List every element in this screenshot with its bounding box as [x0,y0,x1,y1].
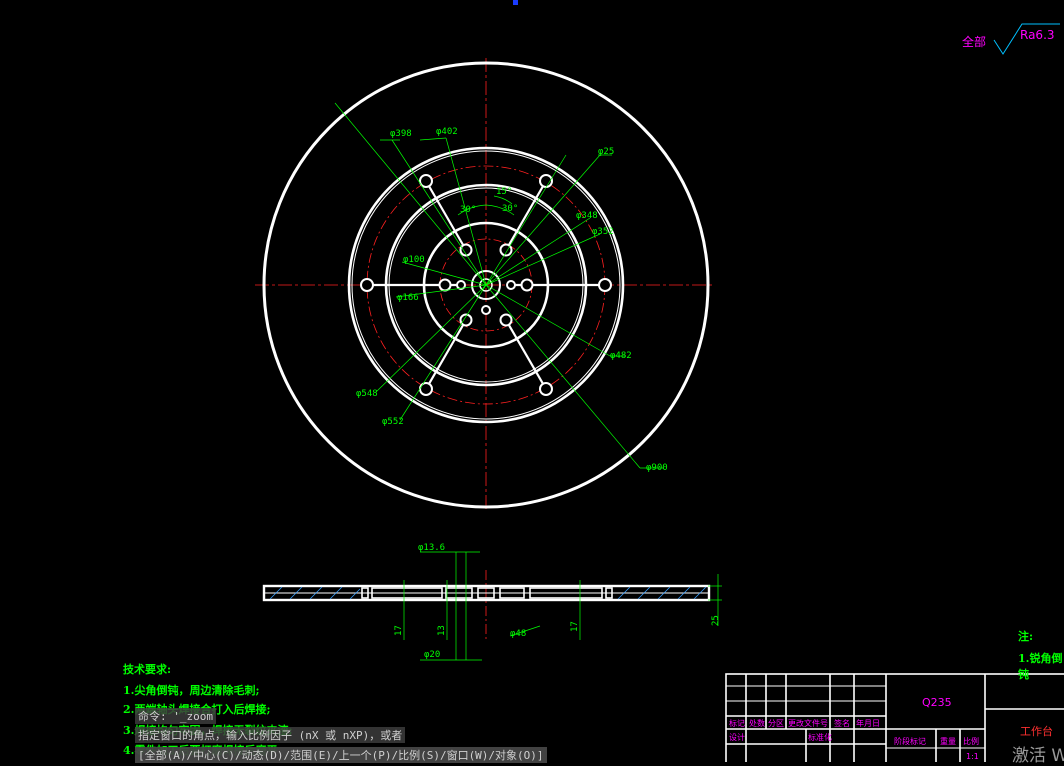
dim-166: φ166 [397,293,419,303]
thk-25: 25 [711,615,721,626]
dim-548: φ548 [356,389,378,399]
dim-352: φ352 [592,227,614,237]
tb-part-name: 工作台 [1020,725,1053,738]
tb-h-date: 年月日 [856,719,880,728]
command-history-1: 命令: '_zoom [135,708,216,724]
activation-watermark: 激活 W [1012,746,1064,766]
section-view[interactable]: φ13.6 φ20 φ48 17 13 17 25 [262,543,722,661]
tb-weight: 重量 [940,737,956,746]
dim-348: φ348 [576,211,598,221]
tb-h-doc: 更改文件号 [788,719,828,728]
tb-h-zone: 分区 [768,719,784,728]
dim-48: φ48 [510,629,526,639]
thk-17b: 17 [570,621,580,632]
thk-13: 13 [437,625,447,636]
dim-402: φ402 [436,127,458,137]
angle-30-right: 30° [502,204,518,214]
dim-482: φ482 [610,351,632,361]
tb-design: 设计 [729,733,745,742]
tb-material: Q235 [922,696,952,709]
dim-100: φ100 [403,255,425,265]
cursor-marker [513,0,518,5]
thk-17a: 17 [394,625,404,636]
roughness-prefix: 全部 [962,35,987,49]
dim-900: φ900 [646,463,668,473]
tb-standard: 标准化 [808,733,832,742]
dim-398: φ398 [390,129,412,139]
notes-title: 注: [1018,630,1034,643]
roughness-value: Ra6.3 [1020,28,1055,42]
dim-25: φ25 [598,147,614,157]
drawing-canvas[interactable]: φ398 φ402 φ25 φ348 φ352 φ100 φ166 φ482 φ… [0,0,1064,762]
tech-req-item-1: 1.尖角倒钝，周边清除毛刺; [123,684,260,697]
command-history-2: 指定窗口的角点，输入比例因子 (nX 或 nXP)，或者 [135,727,406,743]
tb-h-count: 处数 [749,719,765,728]
notes-item-1: 1.锐角倒钝 [1018,652,1063,681]
dim-552: φ552 [382,417,404,427]
tb-scale: 比例 [963,737,979,746]
tb-h-sign: 签名 [834,719,850,728]
top-view[interactable]: φ398 φ402 φ25 φ348 φ352 φ100 φ166 φ482 φ… [255,58,715,510]
command-prompt[interactable]: [全部(A)/中心(C)/动态(D)/范围(E)/上一个(P)/比例(S)/窗口… [135,747,547,763]
dim-13-6: φ13.6 [418,543,445,553]
tb-scale-value: 1:1 [966,752,979,761]
dim-20: φ20 [424,650,440,660]
tech-req-title: 技术要求: [123,663,172,676]
angle-30-left: 30° [460,205,476,215]
angle-15: 15° [496,187,512,197]
tb-h-mark: 标记 [729,719,745,728]
tb-stage: 阶段标记 [894,737,926,746]
section-dimension-lines [403,551,722,661]
